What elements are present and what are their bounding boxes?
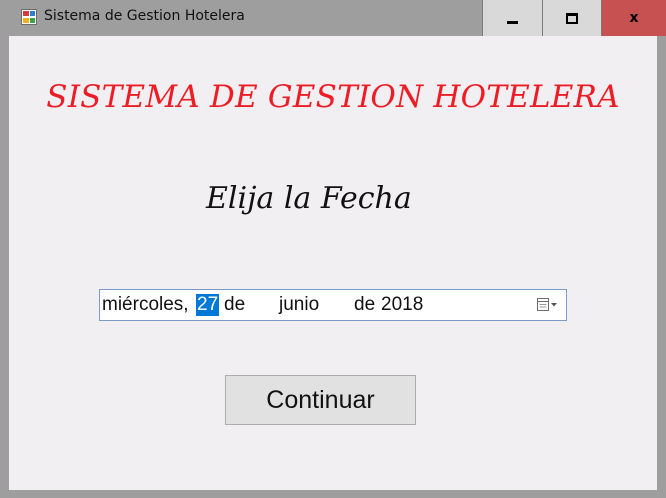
form-client-area: SISTEMA DE GESTION HOTELERA Elija la Fec… (9, 36, 657, 490)
app-window: Sistema de Gestion Hotelera x SISTEMA DE… (0, 0, 666, 498)
continue-button[interactable]: Continuar (225, 375, 416, 425)
date-day-selected[interactable]: 27 (196, 294, 220, 316)
minimize-button[interactable] (482, 0, 543, 36)
maximize-button[interactable] (543, 0, 602, 36)
date-picker[interactable]: miércoles, 27 de junio de 2018 (99, 289, 567, 321)
close-icon: x (629, 10, 639, 26)
date-separator: de (224, 294, 246, 315)
calendar-dropdown-icon[interactable] (536, 296, 560, 314)
date-separator: de (354, 294, 376, 315)
maximize-icon (566, 12, 578, 24)
date-year[interactable]: 2018 (381, 294, 423, 316)
date-weekday[interactable]: miércoles, (102, 294, 189, 316)
minimize-icon (507, 20, 518, 24)
date-month[interactable]: junio (279, 294, 319, 316)
window-title: Sistema de Gestion Hotelera (44, 8, 245, 24)
close-button[interactable]: x (602, 0, 666, 36)
date-prompt-label: Elija la Fecha (206, 181, 412, 216)
title-bar[interactable]: Sistema de Gestion Hotelera x (0, 0, 666, 36)
app-window-icon[interactable] (21, 9, 37, 25)
page-title: SISTEMA DE GESTION HOTELERA (46, 79, 620, 115)
